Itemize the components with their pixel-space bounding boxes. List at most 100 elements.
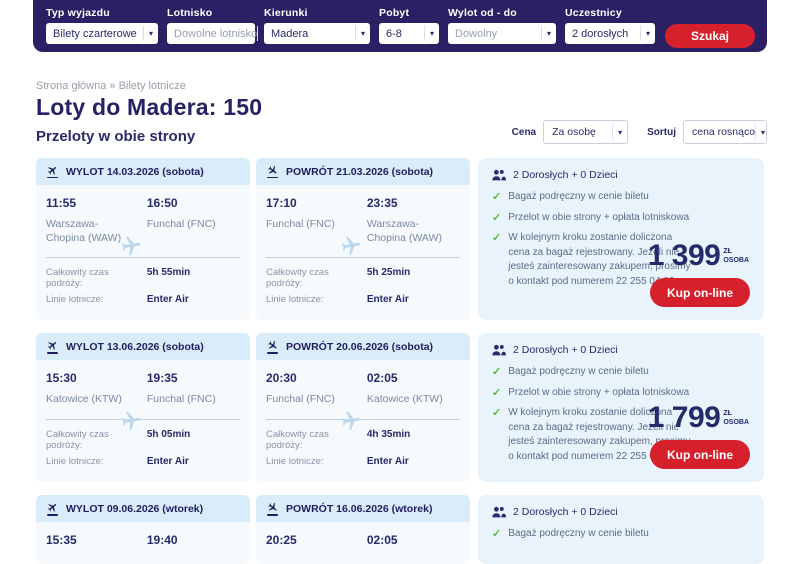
departure-range-select[interactable]: Dowolny ▾	[448, 23, 556, 44]
passengers-label: 2 Dorosłych + 0 Dzieci	[513, 506, 618, 518]
benefit-item: ✓Przelot w obie strony + opłata lotnisko…	[492, 386, 692, 401]
plane-right-icon	[120, 235, 142, 262]
chevron-down-icon: ▾	[355, 26, 370, 41]
departure-time: 15:35	[46, 533, 147, 547]
chevron-down-icon: ▾	[424, 26, 439, 41]
flight-result-card: WYLOT 09.06.2026 (wtorek) 15:35 19:40	[36, 495, 764, 564]
outbound-header-label: WYLOT 14.03.2026 (sobota)	[66, 166, 204, 178]
outbound-header-label: WYLOT 13.06.2026 (sobota)	[66, 341, 204, 353]
price: 1 399 ZŁOSOBA	[648, 241, 749, 271]
outbound-details: 11:55 Warszawa-Chopina (WAW) 16:50 Funch…	[36, 185, 250, 320]
airline-label: Linie lotnicze:	[266, 456, 367, 467]
page-subtitle: Przeloty w obie strony	[36, 128, 195, 145]
duration-value: 5h 25min	[367, 267, 410, 278]
inbound-details: 20:30 Funchal (FNC) 02:05 Katowice (KTW)…	[256, 360, 470, 482]
filter-label: Wylot od - do	[448, 7, 556, 19]
chevron-down-icon: ▾	[640, 26, 655, 41]
filter-departure-range: Wylot od - do Dowolny ▾	[448, 7, 556, 44]
inbound-section: POWRÓT 16.06.2026 (wtorek) 20:25 02:05	[256, 495, 470, 564]
duration-label: Całkowity czas podróży:	[266, 267, 367, 289]
departure-airport: Funchal (FNC)	[266, 217, 354, 231]
stay-select[interactable]: 6-8 ▾	[379, 23, 439, 44]
filter-label: Typ wyjazdu	[46, 7, 158, 19]
departure-time: 20:25	[266, 533, 367, 547]
people-icon	[492, 344, 506, 356]
inbound-header-label: POWRÓT 16.06.2026 (wtorek)	[286, 503, 432, 515]
inbound-header: POWRÓT 16.06.2026 (wtorek)	[256, 495, 470, 522]
sort-controls: Cena Za osobę ▾ Sortuj cena rosnąco ▾	[512, 120, 767, 144]
airline-value: Enter Air	[367, 456, 409, 467]
outbound-section: WYLOT 09.06.2026 (wtorek) 15:35 19:40	[36, 495, 250, 564]
plane-takeoff-icon	[46, 340, 59, 354]
divider	[266, 419, 460, 420]
check-icon: ✓	[492, 406, 501, 464]
filter-label: Uczestnicy	[565, 7, 655, 19]
participants-select[interactable]: 2 dorosłych ▾	[565, 23, 655, 44]
benefit-item: ✓Przelot w obie strony + opłata lotnisko…	[492, 211, 692, 226]
airport-select[interactable]: Dowolne lotnisko ▾	[167, 23, 255, 44]
duration-value: 5h 05min	[147, 429, 190, 440]
plane-landing-icon	[266, 502, 279, 516]
price-mode-label: Cena	[512, 127, 536, 138]
price-amount: 1 799	[648, 403, 721, 433]
arrival-airport: Funchal (FNC)	[147, 217, 235, 231]
page-title: Loty do Madera: 150	[36, 94, 262, 121]
divider	[46, 257, 240, 258]
outbound-header-label: WYLOT 09.06.2026 (wtorek)	[66, 503, 203, 515]
arrival-time: 02:05	[367, 371, 460, 385]
breadcrumb-separator: »	[109, 80, 115, 92]
passengers-row: 2 Dorosłych + 0 Dzieci	[492, 169, 750, 181]
check-icon: ✓	[492, 527, 501, 542]
outbound-details: 15:30 Katowice (KTW) 19:35 Funchal (FNC)…	[36, 360, 250, 482]
airline-value: Enter Air	[147, 456, 189, 467]
price-currency: ZŁ	[723, 410, 749, 419]
arrival-time: 16:50	[147, 196, 240, 210]
price-per: OSOBA	[723, 257, 749, 266]
filter-participants: Uczestnicy 2 dorosłych ▾	[565, 7, 655, 44]
airline-value: Enter Air	[367, 294, 409, 305]
departure-airport: Funchal (FNC)	[266, 392, 354, 406]
divider	[46, 419, 240, 420]
arrival-airport: Katowice (KTW)	[367, 392, 455, 406]
price-amount: 1 399	[648, 241, 721, 271]
arrival-time: 19:35	[147, 371, 240, 385]
offer-panel: 2 Dorosłych + 0 Dzieci ✓Bagaż podręczny …	[478, 158, 764, 320]
destination-select[interactable]: Madera ▾	[264, 23, 370, 44]
plane-takeoff-icon	[46, 165, 59, 179]
flight-result-card: WYLOT 13.06.2026 (sobota) 15:30 Katowice…	[36, 333, 764, 482]
buy-online-button[interactable]: Kup on-line	[650, 440, 750, 469]
search-button[interactable]: Szukaj	[665, 24, 755, 48]
filter-trip-type: Typ wyjazdu Bilety czarterowe ▾	[46, 7, 158, 44]
results-list: WYLOT 14.03.2026 (sobota) 11:55 Warszawa…	[36, 158, 764, 564]
arrival-time: 02:05	[367, 533, 460, 547]
sort-select[interactable]: cena rosnąco ▾	[683, 120, 767, 144]
departure-time: 15:30	[46, 371, 147, 385]
departure-time: 20:30	[266, 371, 367, 385]
duration-value: 4h 35min	[367, 429, 410, 440]
benefit-item: ✓Bagaż podręczny w cenie biletu	[492, 527, 692, 542]
sort-label: Sortuj	[647, 127, 676, 138]
outbound-header: WYLOT 13.06.2026 (sobota)	[36, 333, 250, 360]
chevron-down-icon: ▾	[143, 26, 158, 41]
trip-type-select[interactable]: Bilety czarterowe ▾	[46, 23, 158, 44]
passengers-label: 2 Dorosłych + 0 Dzieci	[513, 169, 618, 181]
departure-airport: Katowice (KTW)	[46, 392, 134, 406]
outbound-section: WYLOT 14.03.2026 (sobota) 11:55 Warszawa…	[36, 158, 250, 320]
price-mode-select[interactable]: Za osobę ▾	[543, 120, 628, 144]
check-icon: ✓	[492, 365, 501, 380]
plane-right-icon	[120, 410, 142, 437]
departure-time: 17:10	[266, 196, 367, 210]
breadcrumb-home-link[interactable]: Strona główna	[36, 80, 106, 92]
outbound-section: WYLOT 13.06.2026 (sobota) 15:30 Katowice…	[36, 333, 250, 482]
benefit-item: ✓Bagaż podręczny w cenie biletu	[492, 365, 692, 380]
arrival-time: 19:40	[147, 533, 240, 547]
check-icon: ✓	[492, 386, 501, 401]
passengers-row: 2 Dorosłych + 0 Dzieci	[492, 506, 750, 518]
inbound-details: 20:25 02:05	[256, 522, 470, 564]
check-icon: ✓	[492, 211, 501, 226]
benefit-item: ✓Bagaż podręczny w cenie biletu	[492, 190, 692, 205]
breadcrumb-current: Bilety lotnicze	[119, 80, 186, 92]
outbound-header: WYLOT 14.03.2026 (sobota)	[36, 158, 250, 185]
buy-online-button[interactable]: Kup on-line	[650, 278, 750, 307]
chevron-down-icon: ▾	[541, 26, 556, 41]
